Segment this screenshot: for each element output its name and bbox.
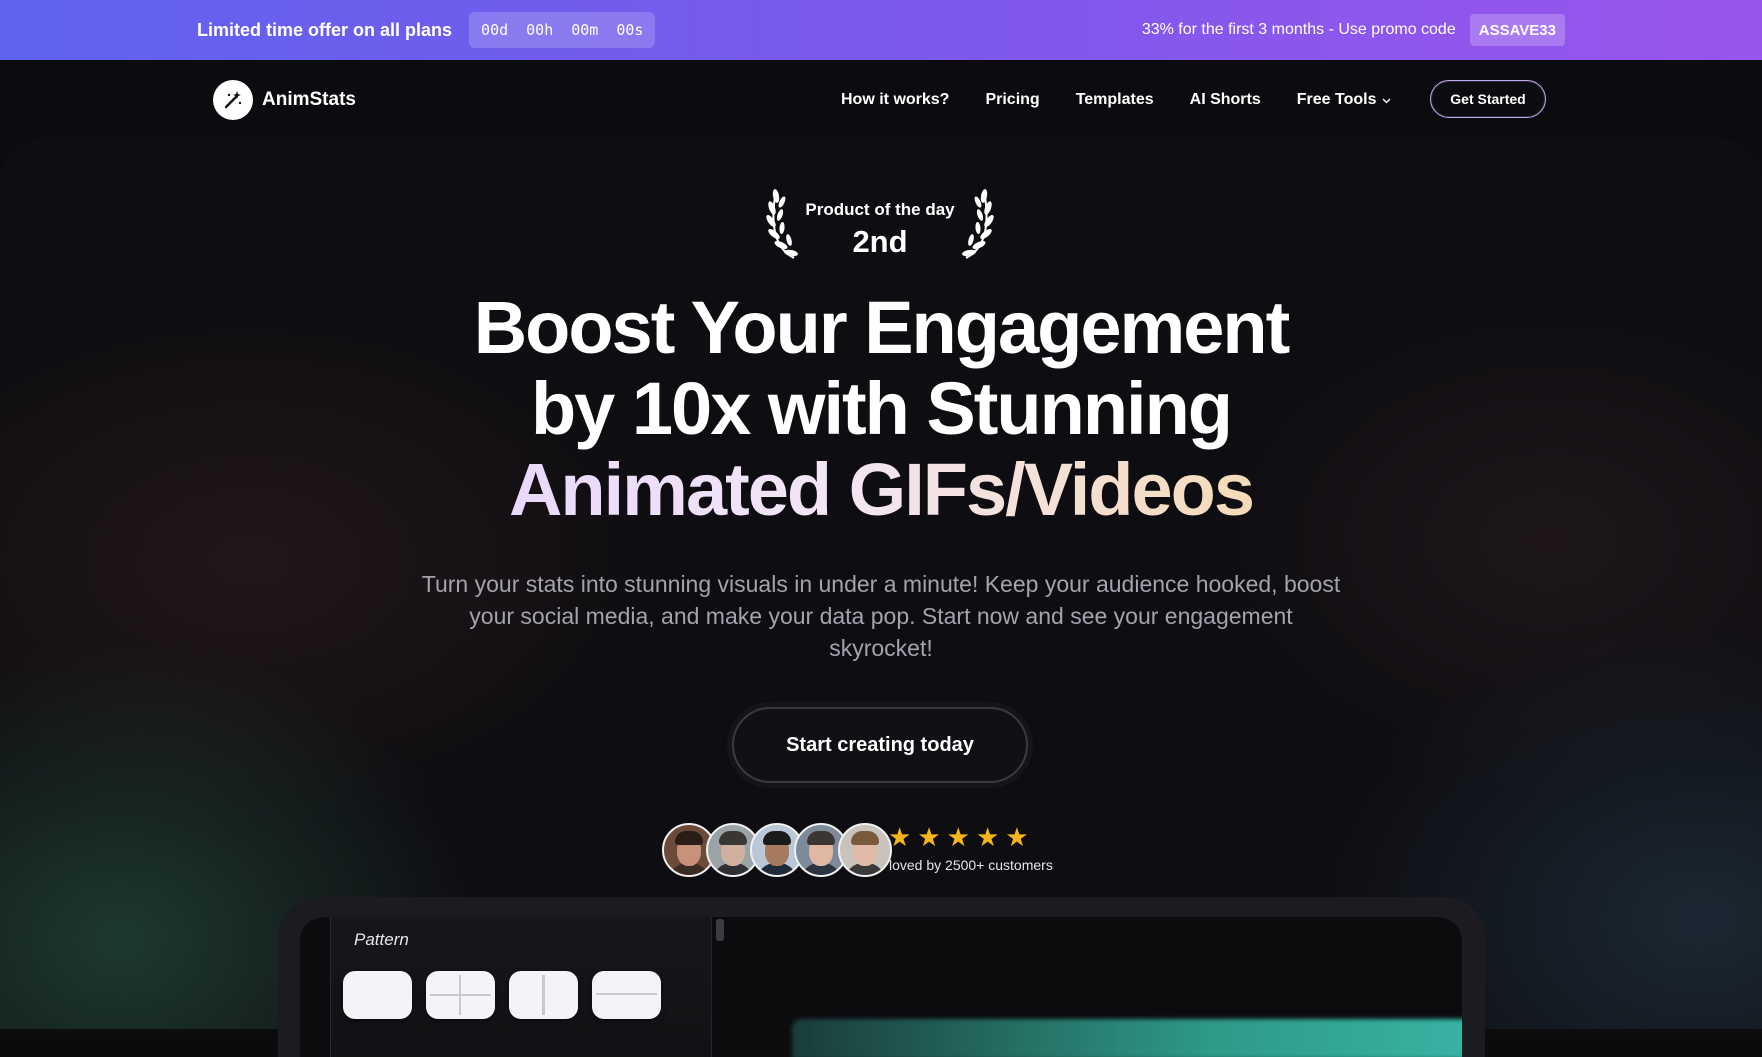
nav-link-templates[interactable]: Templates	[1076, 91, 1154, 109]
customer-avatars	[662, 823, 892, 877]
star-icon: ★	[946, 822, 970, 852]
headline-line-3: Animated GIFs/Videos	[381, 449, 1381, 530]
star-icon: ★	[1005, 822, 1029, 852]
promo-left: Limited time offer on all plans 00d 00h …	[197, 0, 656, 60]
promo-text: 33% for the first 3 months - Use promo c…	[1141, 21, 1456, 38]
nav-link-how-it-works[interactable]: How it works?	[841, 91, 949, 109]
pattern-panel: Pattern	[330, 917, 724, 1057]
magic-wand-icon	[213, 80, 253, 120]
pattern-option-horizontal[interactable]	[592, 971, 661, 1019]
countdown-seconds: 00s	[616, 21, 644, 39]
countdown-timer: 00d 00h 00m 00s	[469, 12, 656, 48]
countdown-minutes: 00m	[571, 21, 599, 39]
star-icon: ★	[888, 822, 912, 852]
brand-logo[interactable]: AnimStats	[213, 80, 356, 120]
top-nav: AnimStats How it works? Pricing Template…	[190, 60, 1570, 140]
laurel-right-icon	[962, 189, 994, 259]
chevron-down-icon	[1382, 91, 1391, 109]
product-of-the-day-badge: Product of the day 2nd	[760, 186, 1000, 266]
get-started-button[interactable]: Get Started	[1430, 80, 1546, 118]
countdown-hours: 00h	[526, 21, 554, 39]
star-icon: ★	[975, 822, 1000, 852]
pattern-option-vertical[interactable]	[509, 971, 578, 1019]
headline-line-1: Boost Your Engagement	[473, 286, 1291, 369]
pattern-panel-label: Pattern	[354, 930, 409, 949]
nav-link-ai-shorts[interactable]: AI Shorts	[1190, 91, 1261, 109]
customer-count-text: loved by 2500+ customers	[889, 857, 1053, 873]
pattern-option-solid[interactable]	[343, 971, 412, 1019]
hero-headline: Boost Your Engagement by 10x with Stunni…	[381, 287, 1381, 530]
promo-title: Limited time offer on all plans	[197, 19, 453, 40]
nav-link-pricing[interactable]: Pricing	[985, 91, 1039, 109]
brand-name: AnimStats	[262, 89, 356, 110]
nav-link-free-tools[interactable]: Free Tools	[1297, 91, 1392, 109]
countdown-days: 00d	[481, 21, 509, 39]
hero-subtext: Turn your stats into stunning visuals in…	[421, 571, 1341, 661]
free-tools-label: Free Tools	[1296, 91, 1377, 108]
panel-scrollbar[interactable]	[716, 919, 724, 941]
star-icon: ★	[917, 822, 941, 852]
nav-links: How it works? Pricing Templates AI Short…	[841, 60, 1391, 140]
promo-code[interactable]: ASSAVE33	[1469, 14, 1565, 46]
pattern-option-grid[interactable]	[426, 971, 495, 1019]
avatar	[838, 823, 892, 877]
pattern-options	[343, 971, 661, 1019]
headline-line-2: by 10x with Stunning	[530, 367, 1233, 450]
start-creating-button[interactable]: Start creating today	[732, 707, 1028, 783]
promo-bar: Limited time offer on all plans 00d 00h …	[0, 0, 1762, 60]
rating-stars: ★ ★ ★ ★ ★	[888, 824, 1029, 850]
preview-canvas	[792, 1019, 1462, 1057]
app-preview-screen: Pattern	[300, 917, 1462, 1057]
promo-right: 33% for the first 3 months - Use promo c…	[1142, 0, 1565, 60]
